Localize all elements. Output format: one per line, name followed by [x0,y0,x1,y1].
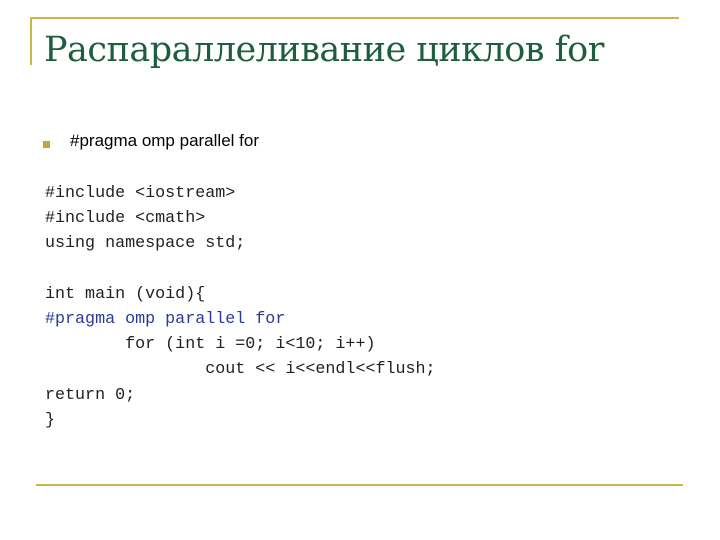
code-line: return 0; [45,385,136,405]
slide-title: Распараллеливание циклов for [44,30,604,70]
bullet-text: #pragma omp parallel for [70,131,259,150]
left-decorative-rule [30,17,32,65]
code-block: #include <iostream> #include <cmath> using… [45,181,436,433]
code-line: #include <cmath> [45,209,206,229]
bullet-square-icon [43,141,50,148]
code-line: for (int i =0; i<10; i++) [45,335,376,355]
code-line: #include <iostream> [45,184,236,203]
code-line: cout << i<<endl<<flush; [45,360,436,380]
code-line: using namespace std; [45,234,246,254]
bottom-decorative-rule [36,484,683,486]
code-line: } [45,410,56,430]
code-line: int main (void){ [45,284,206,304]
top-decorative-rule [30,17,679,19]
code-line-pragma: #pragma omp parallel for [45,309,286,329]
